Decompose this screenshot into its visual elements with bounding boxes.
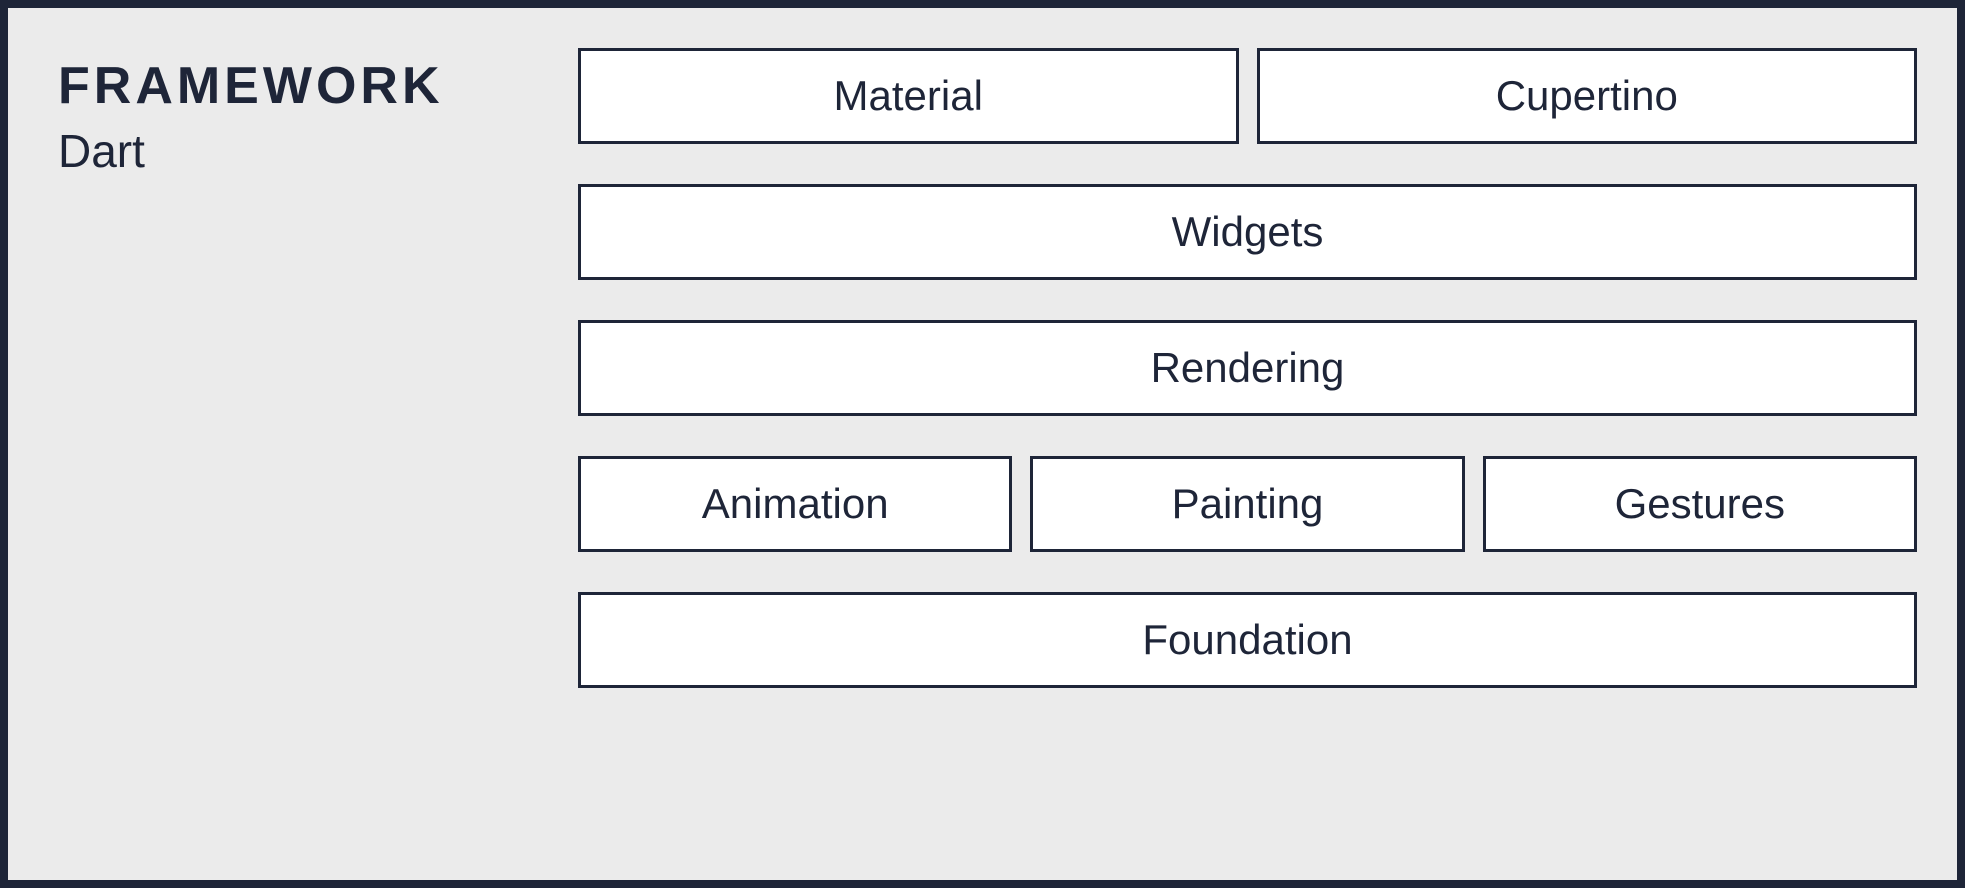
layer-row-widgets: Widgets [578, 184, 1917, 280]
framework-header: FRAMEWORK Dart [58, 48, 578, 840]
layer-animation: Animation [578, 456, 1012, 552]
layer-row-rendering: Rendering [578, 320, 1917, 416]
layer-rendering: Rendering [578, 320, 1917, 416]
layer-row-design-systems: Material Cupertino [578, 48, 1917, 144]
layer-gestures: Gestures [1483, 456, 1917, 552]
diagram-container: FRAMEWORK Dart Material Cupertino Widget… [0, 0, 1965, 888]
framework-subtitle: Dart [58, 124, 578, 178]
layer-foundation: Foundation [578, 592, 1917, 688]
layer-material: Material [578, 48, 1239, 144]
layer-cupertino: Cupertino [1257, 48, 1918, 144]
layer-painting: Painting [1030, 456, 1464, 552]
layer-widgets: Widgets [578, 184, 1917, 280]
layer-row-core: Animation Painting Gestures [578, 456, 1917, 552]
layers-panel: Material Cupertino Widgets Rendering Ani… [578, 48, 1917, 840]
framework-title: FRAMEWORK [58, 56, 578, 116]
layer-row-foundation: Foundation [578, 592, 1917, 688]
